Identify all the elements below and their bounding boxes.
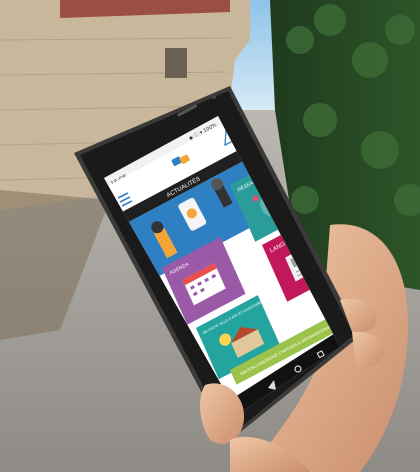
building-window bbox=[165, 48, 187, 78]
phone-camera bbox=[212, 95, 216, 99]
scene-svg: 16:08 ◆ ⓘ ▾ 100% ACTUALITÉS bbox=[0, 0, 420, 472]
photo-scene: 16:08 ◆ ⓘ ▾ 100% ACTUALITÉS bbox=[0, 0, 420, 472]
